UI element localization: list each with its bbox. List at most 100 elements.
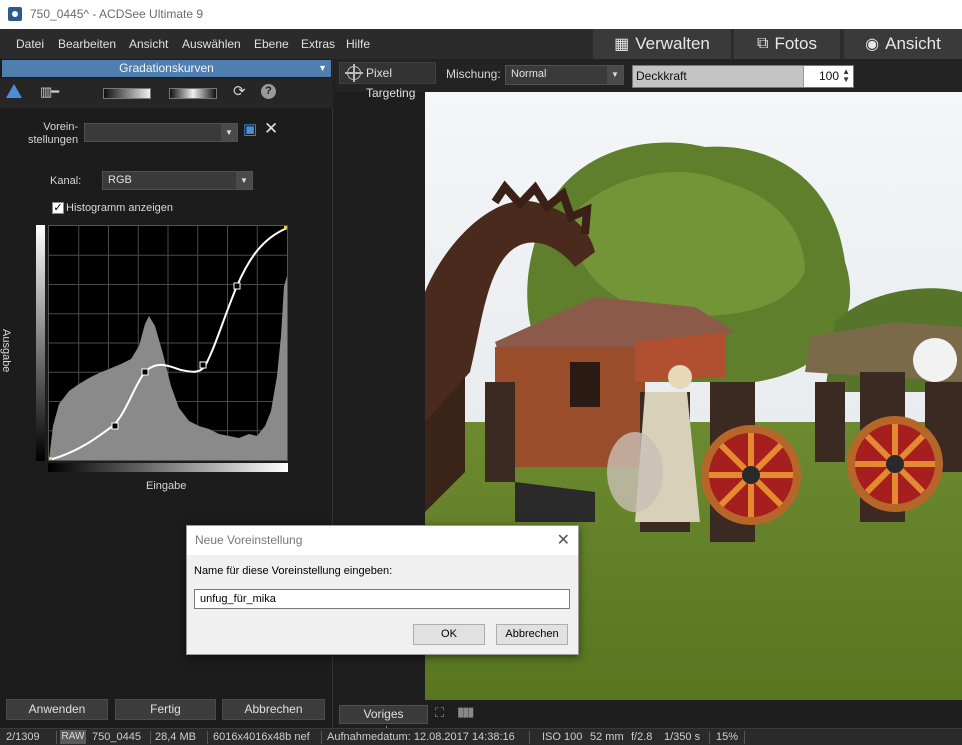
mode-photos-label: Fotos xyxy=(774,34,817,53)
curve-point[interactable] xyxy=(141,368,149,376)
dropdown-arrow-icon: ▼ xyxy=(607,66,623,84)
panel-title: Gradationskurven xyxy=(119,61,214,75)
curve-endpoint[interactable] xyxy=(49,457,52,460)
input-axis-label: Eingabe xyxy=(146,480,187,492)
histogram-icon[interactable]: ▮▮▮ xyxy=(457,705,475,719)
status-divider xyxy=(321,731,322,744)
delete-icon[interactable]: ✕ xyxy=(264,120,278,137)
status-focal: 52 mm xyxy=(590,731,624,743)
mode-manage-label: Verwalten xyxy=(635,34,710,53)
output-axis-label: Ausgabe xyxy=(0,329,12,373)
opacity-value-field[interactable]: 100 ▲ ▼ xyxy=(803,66,853,87)
menu-ebene[interactable]: Ebene xyxy=(254,37,289,51)
channel-label: Kanal: xyxy=(50,175,82,187)
cancel-button[interactable]: Abbrechen xyxy=(222,699,325,720)
curve-point[interactable] xyxy=(111,422,119,430)
menu-bearbeiten[interactable]: Bearbeiten xyxy=(58,37,116,51)
shield-graphic-2 xyxy=(847,416,943,512)
curve-editor[interactable] xyxy=(48,225,288,461)
status-filesize: 28,4 MB xyxy=(155,731,196,743)
curve-graph[interactable] xyxy=(48,226,288,461)
presets-combo[interactable]: ▼ xyxy=(84,123,238,142)
dialog-prompt: Name für diese Voreinstellung eingeben: xyxy=(194,565,393,577)
warning-icon[interactable] xyxy=(6,84,22,98)
status-position: 2/1309 xyxy=(6,731,40,743)
mode-photos-button[interactable]: ⧉ Fotos xyxy=(734,29,840,59)
linear-gradient-icon[interactable] xyxy=(103,88,151,99)
blend-mode-select[interactable]: Normal ▼ xyxy=(505,65,624,85)
status-divider xyxy=(150,731,151,744)
target-icon xyxy=(345,64,363,82)
eye-icon: ◉ xyxy=(865,36,880,53)
menu-ansicht[interactable]: Ansicht xyxy=(129,37,168,51)
status-divider xyxy=(56,731,57,744)
ok-button[interactable]: OK xyxy=(413,624,485,645)
fullscreen-icon[interactable]: ⛶ xyxy=(435,706,444,720)
curve-endpoint[interactable] xyxy=(284,226,287,229)
brush-icon[interactable]: ▥━ xyxy=(40,85,59,99)
status-zoom: 15% xyxy=(716,731,739,743)
pixel-targeting-button[interactable]: Pixel Targeting xyxy=(339,62,436,100)
opacity-label: Deckkraft xyxy=(636,69,687,83)
menu-datei[interactable]: Datei xyxy=(16,37,44,51)
panel-header[interactable]: Gradationskurven ▼ xyxy=(2,60,331,77)
preset-name-input[interactable] xyxy=(194,589,570,609)
dialog-cancel-button[interactable]: Abbrechen xyxy=(496,624,568,645)
blend-label: Mischung: xyxy=(446,67,501,81)
mode-manage-button[interactable]: ▦ Verwalten xyxy=(593,29,731,59)
presets-label: Vorein- stellungen xyxy=(28,121,79,146)
show-previous-button[interactable]: Voriges anzeigen xyxy=(339,705,428,738)
raw-badge: RAW xyxy=(60,730,86,744)
menu-hilfe[interactable]: Hilfe xyxy=(346,37,370,51)
edit-toolbar: Pixel Targeting Mischung: Normal ▼ Deckk… xyxy=(334,59,962,100)
status-divider xyxy=(744,731,745,744)
collapse-chevron-icon[interactable]: ▼ xyxy=(318,60,327,77)
app-icon xyxy=(8,7,22,21)
new-preset-dialog: Neue Voreinstellung ✕ Name für diese Vor… xyxy=(186,525,579,655)
reset-icon[interactable]: ⟳ xyxy=(233,84,246,99)
histogram-label: Histogramm anzeigen xyxy=(66,202,173,214)
title-bar: 750_0445^ - ACDSee Ultimate 9 xyxy=(0,0,962,29)
save-icon[interactable]: ▣ xyxy=(243,122,257,137)
menu-auswaehlen[interactable]: Auswählen xyxy=(182,37,241,51)
viewer-bar: Voriges anzeigen ⛶ ▮▮▮ xyxy=(334,700,962,738)
status-bar: 2/1309 RAW 750_0445 28,4 MB 6016x4016x48… xyxy=(0,728,962,745)
status-filename: 750_0445 xyxy=(92,731,141,743)
done-button[interactable]: Fertig xyxy=(115,699,216,720)
help-icon[interactable]: ? xyxy=(261,84,276,99)
status-iso: ISO 100 xyxy=(542,731,583,743)
apply-button[interactable]: Anwenden xyxy=(6,699,108,720)
status-divider xyxy=(529,731,530,744)
mirror-gradient-icon[interactable] xyxy=(169,88,217,99)
dropdown-arrow-icon: ▼ xyxy=(236,172,252,189)
status-divider xyxy=(709,731,710,744)
status-divider xyxy=(207,731,208,744)
dropdown-arrow-icon: ▼ xyxy=(221,124,237,141)
curve-point[interactable] xyxy=(233,282,241,290)
curve-point[interactable] xyxy=(199,361,207,369)
output-gradient-bar xyxy=(36,225,45,461)
channel-value: RGB xyxy=(108,174,132,186)
grid-icon: ▦ xyxy=(614,36,630,53)
menu-bar: Datei Bearbeiten Ansicht Auswählen Ebene… xyxy=(0,29,962,59)
opacity-slider[interactable]: Deckkraft 100 ▲ ▼ xyxy=(632,65,854,88)
spinner-arrows-icon[interactable]: ▲ ▼ xyxy=(842,68,850,84)
status-shutter: 1/350 s xyxy=(664,731,701,743)
mode-view-button[interactable]: ◉ Ansicht xyxy=(844,29,962,59)
input-gradient-bar xyxy=(48,463,288,472)
channel-select[interactable]: RGB ▼ xyxy=(102,171,253,190)
blend-mode-value: Normal xyxy=(511,68,547,80)
window-title: 750_0445^ - ACDSee Ultimate 9 xyxy=(30,7,204,21)
close-icon[interactable]: ✕ xyxy=(557,530,570,550)
photos-icon: ⧉ xyxy=(757,35,769,52)
histogram-checkbox[interactable]: ✓ xyxy=(52,202,64,214)
menu-extras[interactable]: Extras xyxy=(301,37,335,51)
dialog-title: Neue Voreinstellung xyxy=(195,533,303,547)
shield-graphic xyxy=(701,425,801,525)
status-date: Aufnahmedatum: 12.08.2017 14:38:16 xyxy=(327,731,515,743)
mode-view-label: Ansicht xyxy=(885,34,941,53)
pixel-targeting-label: Pixel Targeting xyxy=(366,66,416,100)
status-aperture: f/2.8 xyxy=(631,731,653,743)
status-dimensions: 6016x4016x48b nef xyxy=(213,731,310,743)
curves-tool-tray: ▥━ ⟳ ? xyxy=(0,78,333,108)
